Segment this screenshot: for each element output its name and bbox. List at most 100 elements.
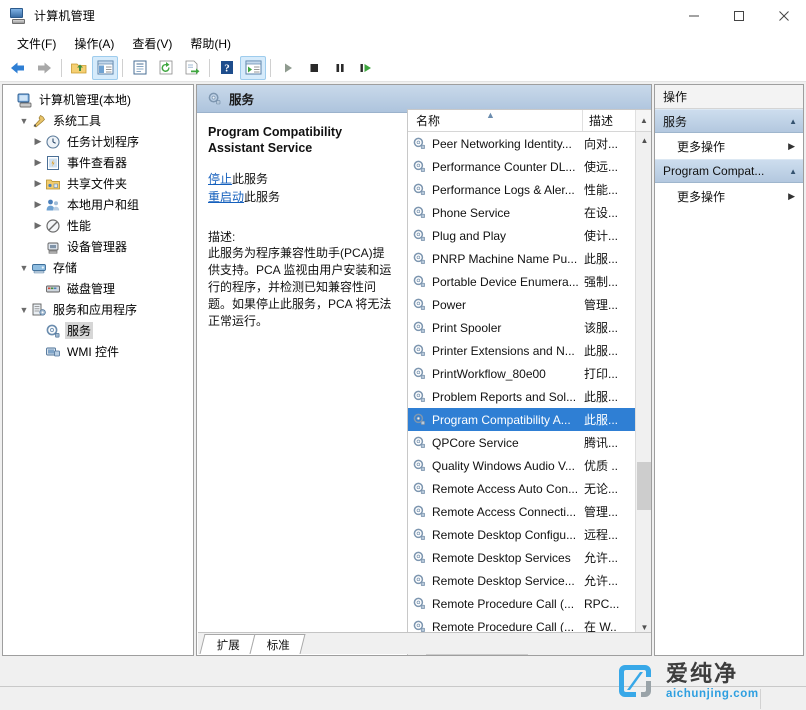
service-row[interactable]: Remote Desktop Services 允许...	[408, 546, 636, 569]
tree-item-device-manager[interactable]: 设备管理器	[3, 236, 193, 257]
forward-icon[interactable]	[31, 56, 57, 80]
service-row[interactable]: Printer Extensions and N... 此服...	[408, 339, 636, 362]
tree-item-label: 存储	[53, 261, 78, 275]
menu-file[interactable]: 文件(F)	[8, 33, 65, 54]
chevron-right-icon[interactable]: ▶	[31, 136, 45, 147]
tree-item-label: 磁盘管理	[67, 282, 116, 296]
chevron-down-icon[interactable]: ▼	[17, 116, 31, 126]
service-row[interactable]: PNRP Machine Name Pu... 此服...	[408, 247, 636, 270]
scroll-up-arrow-icon[interactable]: ▲	[635, 110, 651, 131]
action-more-actions-services[interactable]: 更多操作 ▶	[655, 133, 803, 159]
service-row[interactable]: Program Compatibility A... 此服...	[408, 408, 636, 431]
properties-icon[interactable]	[127, 56, 153, 80]
tree-item-computer-management-local[interactable]: 计算机管理(本地)	[3, 89, 193, 110]
service-row[interactable]: QPCore Service 腾讯...	[408, 431, 636, 454]
service-row[interactable]: Plug and Play 使计...	[408, 224, 636, 247]
stop-service-link[interactable]: 停止	[208, 172, 232, 186]
chevron-right-icon: ▶	[788, 190, 795, 201]
service-row[interactable]: Performance Logs & Aler... 性能...	[408, 178, 636, 201]
scrollbar-up-button[interactable]: ▲	[636, 132, 651, 149]
restart-service-icon[interactable]	[353, 56, 379, 80]
tree-item-performance[interactable]: ▶ 性能	[3, 215, 193, 236]
service-row[interactable]: Quality Windows Audio V... 优质 ..	[408, 454, 636, 477]
service-name: Power	[432, 297, 467, 312]
minimize-button[interactable]	[671, 0, 716, 32]
tab-extended[interactable]: 扩展	[199, 634, 256, 654]
tree-item-disk-management[interactable]: 磁盘管理	[3, 278, 193, 299]
service-name: PNRP Machine Name Pu...	[432, 251, 578, 266]
menu-view[interactable]: 查看(V)	[123, 33, 181, 54]
service-row[interactable]: Peer Networking Identity... 向对...	[408, 132, 636, 155]
menu-help[interactable]: 帮助(H)	[181, 33, 240, 54]
close-button[interactable]	[761, 0, 806, 32]
refresh-icon[interactable]	[153, 56, 179, 80]
service-row[interactable]: Power 管理...	[408, 293, 636, 316]
tree-item-wmi-control[interactable]: WMI 控件	[3, 341, 193, 362]
action-more-actions-program-compatibility[interactable]: 更多操作 ▶	[655, 183, 803, 209]
service-row[interactable]: Print Spooler 该服...	[408, 316, 636, 339]
back-icon[interactable]	[5, 56, 31, 80]
chevron-down-icon[interactable]: ▼	[17, 263, 31, 273]
actions-group-services[interactable]: 服务 ▲	[655, 109, 803, 133]
toolbar-separator	[61, 58, 62, 77]
start-service-icon[interactable]	[275, 56, 301, 80]
tree-item-services[interactable]: 服务	[3, 320, 193, 341]
service-row[interactable]: Remote Access Auto Con... 无论...	[408, 477, 636, 500]
column-header-name-label: 名称	[416, 114, 441, 128]
service-row[interactable]: PrintWorkflow_80e00 打印...	[408, 362, 636, 385]
service-gear-icon	[412, 205, 427, 220]
toolbar-separator	[209, 58, 210, 77]
service-row[interactable]: Remote Desktop Configu... 远程...	[408, 523, 636, 546]
service-gear-icon	[412, 412, 427, 427]
service-name: Plug and Play	[432, 228, 507, 243]
export-list-icon[interactable]	[179, 56, 205, 80]
maximize-button[interactable]	[716, 0, 761, 32]
service-row[interactable]: Portable Device Enumera... 强制...	[408, 270, 636, 293]
service-row[interactable]: Remote Procedure Call (... RPC...	[408, 592, 636, 615]
tree-item-storage[interactable]: ▼ 存储	[3, 257, 193, 278]
tree-item-label: WMI 控件	[67, 345, 119, 359]
service-name: Remote Access Connecti...	[432, 504, 577, 519]
chevron-right-icon[interactable]: ▶	[31, 199, 45, 210]
tree-item-label: 设备管理器	[67, 240, 128, 254]
menu-action[interactable]: 操作(A)	[65, 33, 123, 54]
restart-service-link[interactable]: 重启动	[208, 190, 244, 204]
view-tabs: 扩展 标准	[198, 632, 651, 654]
tab-standard[interactable]: 标准	[249, 634, 306, 654]
column-header-description[interactable]: 描述	[583, 110, 635, 131]
service-row[interactable]: Remote Desktop Service... 允许...	[408, 569, 636, 592]
chevron-down-icon[interactable]: ▼	[17, 305, 31, 315]
service-row[interactable]: Phone Service 在设...	[408, 201, 636, 224]
tree-item-event-viewer[interactable]: ▶ 事件查看器	[3, 152, 193, 173]
service-gear-icon	[412, 435, 427, 450]
actions-group-program-compatibility[interactable]: Program Compat... ▲	[655, 159, 803, 183]
tree-item-shared-folders[interactable]: ▶ 共享文件夹	[3, 173, 193, 194]
watermark-text: 爱纯净 aichunjing.com	[666, 661, 802, 701]
up-folder-icon[interactable]	[66, 56, 92, 80]
show-hide-tree-icon[interactable]	[92, 55, 118, 80]
tree-item-task-scheduler[interactable]: ▶ 任务计划程序	[3, 131, 193, 152]
pause-service-icon[interactable]	[327, 56, 353, 80]
tree-item-system-tools[interactable]: ▼ 系统工具	[3, 110, 193, 131]
chevron-right-icon[interactable]: ▶	[31, 157, 45, 168]
chevron-up-icon[interactable]: ▲	[789, 167, 797, 176]
service-row[interactable]: Performance Counter DL... 使远...	[408, 155, 636, 178]
service-description-cell: 远程...	[584, 528, 619, 542]
service-name: Portable Device Enumera...	[432, 274, 579, 289]
tree-item-services-and-applications[interactable]: ▼ 服务和应用程序	[3, 299, 193, 320]
service-gear-icon	[412, 251, 427, 266]
tree-item-local-users-and-groups[interactable]: ▶ 本地用户和组	[3, 194, 193, 215]
help-icon[interactable]: ?	[214, 56, 240, 80]
chevron-right-icon[interactable]: ▶	[31, 220, 45, 231]
service-row[interactable]: Remote Access Connecti... 管理...	[408, 500, 636, 523]
stop-service-icon[interactable]	[301, 56, 327, 80]
view-icon[interactable]	[240, 55, 266, 80]
scrollbar-thumb[interactable]	[637, 462, 651, 510]
chevron-right-icon[interactable]: ▶	[31, 178, 45, 189]
service-row[interactable]: Problem Reports and Sol... 此服...	[408, 385, 636, 408]
column-header-name[interactable]: 名称 ▲	[408, 110, 583, 131]
service-gear-icon	[412, 458, 427, 473]
vertical-scrollbar[interactable]: ▲ ▼	[635, 132, 651, 636]
wmi-control-icon	[45, 344, 61, 360]
chevron-up-icon[interactable]: ▲	[789, 117, 797, 126]
